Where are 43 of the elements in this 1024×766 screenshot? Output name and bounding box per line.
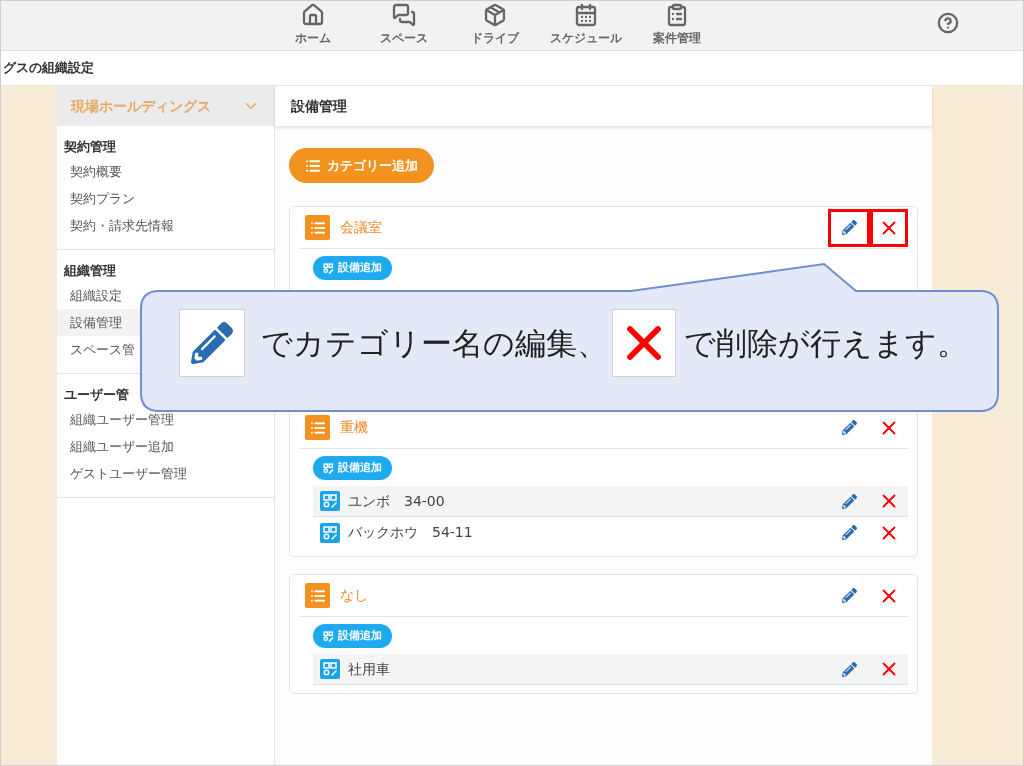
pencil-icon — [841, 661, 857, 677]
pencil-icon — [841, 220, 857, 235]
category-name: 会議室 — [340, 218, 382, 237]
category-name: なし — [340, 586, 368, 605]
nav-item[interactable]: スペース — [358, 1, 449, 50]
edit-button[interactable] — [828, 208, 870, 247]
category-icon — [305, 415, 330, 440]
calendar-icon — [573, 3, 598, 27]
pencil-icon — [841, 493, 857, 509]
section-heading: ユーザー管 — [63, 386, 130, 405]
equipment-icon — [323, 462, 334, 474]
nav-item[interactable]: ホーム — [267, 1, 358, 50]
page-title: 設備管理 — [291, 96, 347, 116]
section-heading: 組織管理 — [62, 262, 117, 281]
nav-item[interactable]: スケジュール — [540, 1, 631, 50]
pencil-icon — [179, 309, 245, 377]
equipment-name: 社用車 — [348, 659, 390, 679]
equipment-name: ユンボ 34-00 — [348, 491, 445, 511]
pencil-icon — [841, 525, 857, 540]
breadcrumb: グスの組織設定 — [2, 59, 94, 78]
house-icon — [300, 3, 325, 27]
nav-item[interactable]: 案件管理 — [631, 1, 722, 50]
category-icon — [305, 583, 330, 608]
category-name: 重機 — [340, 418, 368, 437]
pencil-icon — [841, 588, 857, 603]
box-icon — [482, 3, 507, 27]
equipment-name: バックホウ 54-11 — [348, 523, 473, 542]
callout-text: で削除が行えます。 — [684, 323, 968, 363]
equipment-icon — [320, 491, 340, 511]
equipment-icon — [323, 630, 334, 642]
list-icon — [305, 157, 321, 174]
delete-button[interactable] — [870, 208, 908, 247]
category-icon — [305, 215, 330, 240]
nav-item[interactable]: ドライブ — [449, 1, 540, 50]
help-icon[interactable] — [937, 12, 959, 34]
equipment-icon — [323, 262, 334, 274]
callout-text: でカテゴリー名の編集、 — [261, 323, 608, 363]
section-heading: 契約管理 — [63, 138, 117, 157]
equipment-icon — [320, 659, 340, 679]
close-icon — [612, 309, 676, 377]
chat-bubbles-icon — [391, 3, 416, 27]
equipment-icon — [320, 522, 340, 543]
pencil-icon — [841, 420, 857, 435]
